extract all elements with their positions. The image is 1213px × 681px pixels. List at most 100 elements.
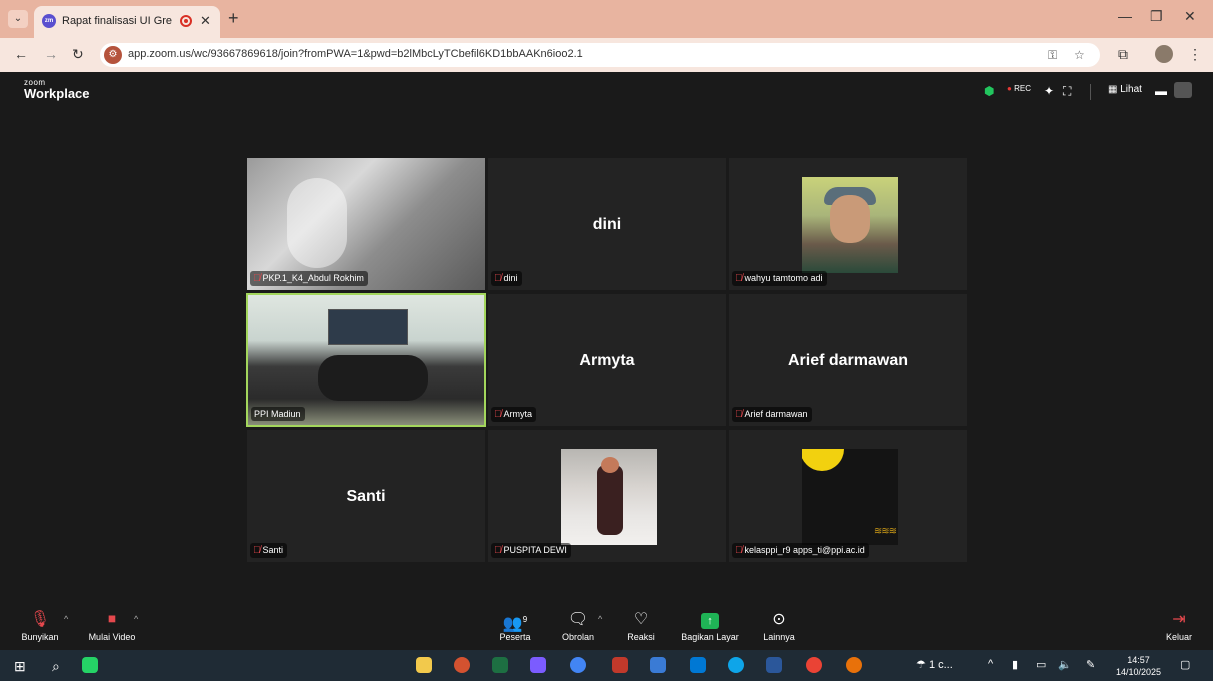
participant-nametag: 🎙̸ PUSPITA DEWI [491, 543, 571, 558]
pen-icon[interactable]: ✎ [1086, 658, 1095, 671]
mic-muted-icon: 🎙̸ [253, 545, 261, 556]
chat-options-chevron-icon[interactable]: ^ [598, 614, 602, 624]
restore-icon[interactable]: ❐ [1150, 8, 1163, 25]
chrome-icon[interactable] [570, 657, 586, 673]
participant-tile[interactable]: Armyta 🎙̸ Armyta [487, 293, 727, 427]
meeting-control-bar: 🎙 Bunyikan ^ ⏹ Mulai Video ^ 👥9 Peserta … [0, 606, 1213, 650]
participant-display-name: dini [592, 216, 622, 233]
forward-icon[interactable]: → [44, 46, 58, 62]
more-icon: ⊙ [772, 611, 786, 628]
minimize-icon[interactable]: — [1118, 8, 1132, 24]
participant-tile[interactable]: 🎙̸ PKP.1_K4_Abdul Rokhim [246, 157, 486, 291]
word-icon[interactable] [766, 657, 782, 673]
participant-nametag: PPI Madiun [251, 407, 305, 421]
participant-tile[interactable]: dini 🎙̸ dini [487, 157, 727, 291]
address-bar-row: ← → ↻ ⚙ app.zoom.us/wc/93667869618/join?… [0, 38, 1213, 72]
edge-icon[interactable] [728, 657, 744, 673]
participants-icon: 👥9 [502, 615, 528, 633]
zoom-favicon-icon: zm [42, 14, 56, 28]
password-key-icon[interactable]: ⚿ [1048, 48, 1057, 63]
windows-start-icon[interactable]: ⊞ [14, 658, 26, 675]
weather-icon: ☂ [916, 659, 926, 671]
participant-grid: 🎙̸ PKP.1_K4_Abdul Rokhim dini 🎙̸ dini 🎙̸ wa… [246, 157, 968, 565]
share-screen-button[interactable]: ↑ Bagikan Layar [680, 610, 740, 642]
tab-close-icon[interactable]: ✕ [200, 13, 211, 29]
leave-icon: ⇥ [1172, 611, 1186, 628]
close-window-icon[interactable]: ✕ [1184, 8, 1196, 25]
reload-icon[interactable]: ↻ [72, 46, 84, 63]
participant-tile[interactable]: 🎙̸ PUSPITA DEWI [487, 429, 727, 563]
participant-tile[interactable]: ≋≋≋ 🎙̸ kelasppi_r9 apps_ti@ppi.ac.id [728, 429, 968, 563]
participant-video [248, 295, 484, 425]
participants-button[interactable]: 👥9 Peserta [498, 610, 532, 642]
participant-nametag: 🎙̸ Arief darmawan [732, 407, 812, 422]
reactions-button[interactable]: ♡ Reaksi [624, 610, 658, 642]
whatsapp-icon[interactable] [82, 657, 98, 673]
mic-muted-icon: 🎙̸ [494, 273, 502, 284]
participant-tile[interactable]: Arief darmawan 🎙̸ Arief darmawan [728, 293, 968, 427]
participant-avatar [802, 177, 898, 273]
photo-app-icon[interactable] [612, 657, 628, 673]
toolbar-divider [1090, 84, 1091, 100]
weather-widget[interactable]: ☂ 1 c... [916, 658, 953, 671]
start-video-button[interactable]: ⏹ Mulai Video [86, 610, 138, 642]
notification-icon[interactable]: ▢ [1180, 658, 1190, 671]
browser-menu-icon[interactable]: ⋮ [1188, 46, 1202, 63]
audio-options-chevron-icon[interactable]: ^ [64, 614, 68, 624]
unmute-button[interactable]: 🎙 Bunyikan [20, 610, 60, 642]
outlook-icon[interactable] [690, 657, 706, 673]
bookmark-star-icon[interactable]: ☆ [1074, 48, 1085, 62]
back-icon[interactable]: ← [14, 46, 28, 62]
recording-badge[interactable]: ● REC [1007, 84, 1031, 93]
url-text[interactable]: app.zoom.us/wc/93667869618/join?fromPWA=… [128, 48, 583, 60]
excel-icon[interactable] [492, 657, 508, 673]
participant-avatar: ≋≋≋ [802, 449, 898, 545]
leave-button[interactable]: ⇥ Keluar [1162, 610, 1196, 642]
participant-tile[interactable]: Santi 🎙̸ Santi [246, 429, 486, 563]
participant-tile-active-speaker[interactable]: PPI Madiun [246, 293, 486, 427]
mic-muted-icon: 🎙̸ [253, 273, 261, 284]
minimize-window-icon[interactable]: ▬ [1155, 84, 1167, 98]
video-off-icon: ⏹ [107, 611, 116, 628]
participant-display-name: Arief darmawan [787, 352, 909, 369]
fullscreen-icon[interactable]: ⛶ [1063, 84, 1071, 99]
network-icon[interactable]: ▭ [1036, 658, 1046, 671]
site-info-icon[interactable]: ⚙ [104, 46, 122, 64]
view-button[interactable]: ▦ Lihat [1108, 84, 1142, 95]
chat-button[interactable]: 🗨 Obrolan [560, 610, 596, 642]
store-icon[interactable] [650, 657, 666, 673]
extensions-icon[interactable]: ⧉ [1118, 46, 1128, 63]
microphone-tray-icon[interactable]: ▮ [1012, 658, 1018, 671]
tab-title: Rapat finalisasi UI GreenMe [62, 15, 172, 27]
copilot-icon[interactable] [530, 657, 546, 673]
mic-muted-icon: 🎙̸ [494, 409, 502, 420]
new-tab-button[interactable]: + [228, 8, 239, 29]
share-screen-icon: ↑ [701, 613, 719, 629]
tray-chevron-icon[interactable]: ^ [988, 658, 993, 670]
powerpoint-icon[interactable] [454, 657, 470, 673]
participant-tile[interactable]: 🎙̸ wahyu tamtomo adi [728, 157, 968, 291]
chrome-profile-2-icon[interactable] [846, 657, 862, 673]
browser-tab-active[interactable]: zm Rapat finalisasi UI GreenMe ✕ [34, 6, 220, 38]
tab-search-chevron-icon[interactable]: ⌄ [8, 10, 28, 28]
grid-view-icon: ▦ [1108, 84, 1118, 95]
participant-avatar [561, 449, 657, 545]
omnibox[interactable]: ⚙ app.zoom.us/wc/93667869618/join?fromPW… [100, 43, 1100, 67]
mic-muted-icon: 🎙̸ [735, 273, 743, 284]
profile-avatar[interactable] [1155, 45, 1173, 63]
participant-nametag: 🎙̸ Armyta [491, 407, 537, 422]
browser-tabbar: ⌄ zm Rapat finalisasi UI GreenMe ✕ + — ❐… [0, 0, 1213, 38]
search-icon[interactable]: ⌕ [52, 658, 60, 675]
more-button[interactable]: ⊙ Lainnya [760, 610, 798, 642]
volume-muted-icon[interactable]: 🔈 [1058, 658, 1072, 671]
pip-window-icon[interactable] [1174, 82, 1192, 98]
file-explorer-icon[interactable] [416, 657, 432, 673]
participant-display-name: Santi [346, 488, 386, 505]
encryption-shield-icon[interactable]: ⬢ [984, 84, 994, 98]
heart-icon: ♡ [633, 611, 649, 628]
chrome-profile-icon[interactable] [806, 657, 822, 673]
video-options-chevron-icon[interactable]: ^ [134, 614, 138, 624]
ai-companion-icon[interactable]: ✦ [1044, 84, 1054, 98]
clock[interactable]: 14:57 14/10/2025 [1116, 654, 1161, 678]
participant-nametag: 🎙̸ dini [491, 271, 522, 286]
